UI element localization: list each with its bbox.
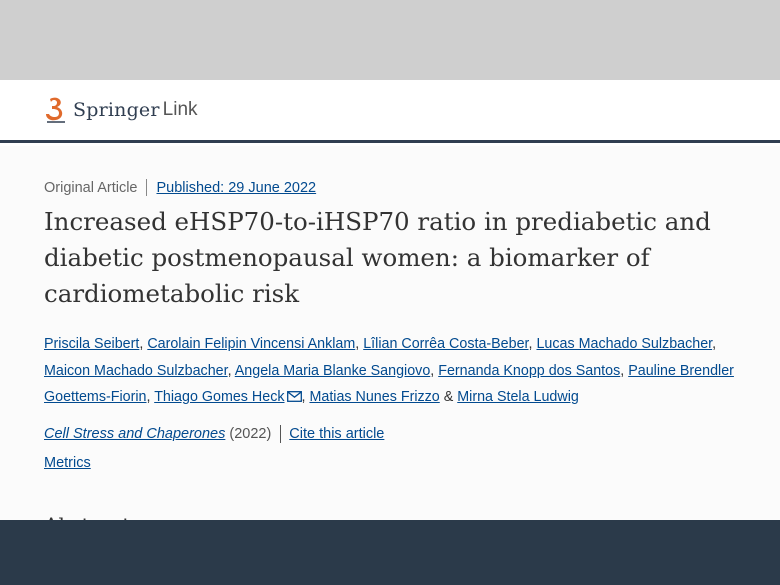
brand-primary: Springer: [73, 99, 160, 121]
author-link[interactable]: Matias Nunes Frizzo: [309, 389, 439, 405]
author-link[interactable]: Lucas Machado Sulzbacher: [536, 336, 712, 352]
journal-line: Cell Stress and Chaperones (2022) Cite t…: [44, 425, 384, 443]
author-link[interactable]: Angela Maria Blanke Sangiovo: [235, 363, 431, 379]
springerlink-logo[interactable]: Springer Link: [44, 96, 198, 124]
author-list: Priscila Seibert, Carolain Felipin Vince…: [44, 336, 734, 405]
author-link[interactable]: Thiago Gomes Heck: [154, 389, 284, 405]
journal-divider: [280, 425, 282, 443]
publication-year: (2022): [229, 426, 272, 442]
author-link[interactable]: Carolain Felipin Vincensi Anklam: [147, 336, 355, 352]
author-link[interactable]: Mirna Stela Ludwig: [457, 389, 579, 405]
article-type: Original Article: [44, 179, 138, 196]
article-meta: Original Article Published: 29 June 2022: [44, 179, 316, 196]
brand-secondary: Link: [162, 99, 198, 120]
journal-link[interactable]: Cell Stress and Chaperones: [44, 426, 225, 442]
email-icon[interactable]: [286, 391, 302, 402]
author-link[interactable]: Maicon Machado Sulzbacher: [44, 363, 228, 379]
metrics-link[interactable]: Metrics: [44, 455, 91, 471]
author-link[interactable]: Lîlian Corrêa Costa-Beber: [363, 336, 528, 352]
author-link[interactable]: Priscila Seibert: [44, 336, 139, 352]
springer-horse-icon: [46, 97, 65, 123]
dark-overlay-bar: [0, 520, 780, 585]
article-header: Original Article Published: 29 June 2022…: [0, 146, 780, 520]
metrics-row: Metrics: [44, 455, 91, 471]
cite-article-link[interactable]: Cite this article: [289, 426, 384, 442]
browser-backdrop: [0, 0, 780, 80]
meta-divider: [146, 179, 148, 196]
article-title: Increased eHSP70-to-iHSP70 ratio in pred…: [44, 207, 711, 308]
published-date-link[interactable]: Published: 29 June 2022: [156, 180, 316, 196]
site-header: Springer Link: [0, 80, 780, 143]
author-link[interactable]: Fernanda Knopp dos Santos: [438, 363, 620, 379]
